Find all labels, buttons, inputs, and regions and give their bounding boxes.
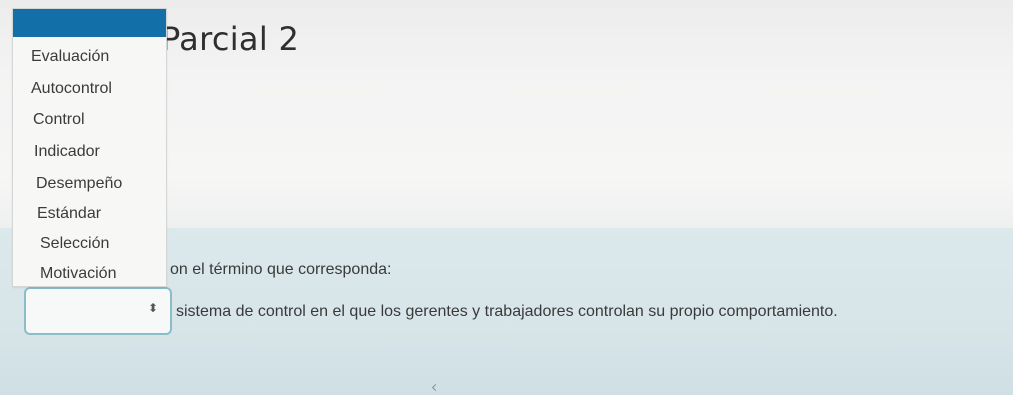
dropdown-option-autocontrol[interactable]: Autocontrol (31, 80, 112, 98)
dropdown-option-desempeno[interactable]: Desempeño (36, 175, 122, 193)
dropdown-header (13, 9, 166, 37)
dropdown-menu[interactable]: Evaluación Autocontrol Control Indicador… (12, 8, 167, 287)
dropdown-option-control[interactable]: Control (33, 111, 85, 129)
dropdown-option-seleccion[interactable]: Selección (40, 235, 109, 253)
page-title: Parcial 2 (161, 20, 300, 58)
question-statement: sistema de control en el que los gerente… (176, 303, 838, 320)
dropdown-option-evaluacion[interactable]: Evaluación (31, 48, 109, 66)
chevron-up-down-icon: ⬍ (147, 301, 158, 315)
question-prompt: on el término que corresponda: (170, 261, 392, 278)
page: Parcial 2 on el término que corresponda:… (0, 0, 1013, 395)
dropdown-option-estandar[interactable]: Estándar (37, 205, 101, 223)
dropdown-option-motivacion[interactable]: Motivación (40, 265, 116, 283)
answer-select[interactable]: ⬍ (24, 287, 172, 335)
dropdown-option-indicador[interactable]: Indicador (34, 143, 100, 161)
